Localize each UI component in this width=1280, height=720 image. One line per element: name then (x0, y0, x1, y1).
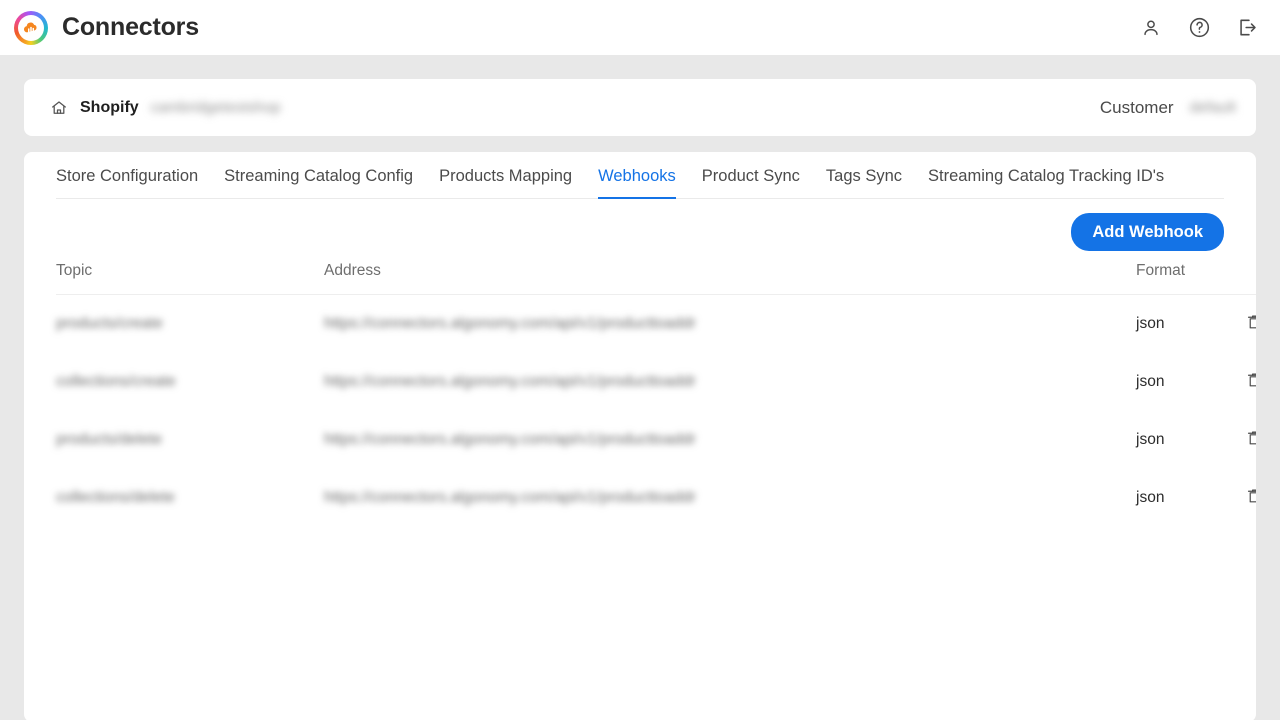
page-title: Connectors (62, 13, 199, 41)
tab-products-mapping[interactable]: Products Mapping (439, 167, 572, 199)
tab-store-configuration[interactable]: Store Configuration (56, 167, 198, 199)
webhooks-table: Topic Address Format products/create htt… (56, 262, 1256, 527)
breadcrumb-store-name: cambridgetestshop (150, 99, 281, 116)
breadcrumb-left: Shopify cambridgetestshop (50, 99, 281, 117)
trash-icon (1245, 370, 1256, 392)
page-body: Shopify cambridgetestshop Customer defau… (0, 79, 1280, 720)
cell-actions (1212, 411, 1256, 469)
webhooks-table-body: products/create https://connectors.algon… (56, 295, 1256, 528)
breadcrumb: Shopify cambridgetestshop Customer defau… (24, 79, 1256, 136)
tab-streaming-catalog-config[interactable]: Streaming Catalog Config (224, 167, 413, 199)
brand: Connectors (14, 10, 199, 45)
customer-value: default (1189, 99, 1236, 116)
webhook-format: json (1136, 489, 1165, 506)
delete-webhook-button[interactable] (1245, 312, 1256, 334)
webhook-topic: collections/delete (56, 489, 175, 506)
delete-webhook-button[interactable] (1245, 370, 1256, 392)
column-header-actions (1212, 262, 1256, 295)
tab-streaming-catalog-tracking-ids[interactable]: Streaming Catalog Tracking ID's (928, 167, 1164, 199)
app-header: Connectors (0, 0, 1280, 55)
table-row: collections/create https://connectors.al… (56, 353, 1256, 411)
logout-icon[interactable] (1234, 15, 1260, 41)
webhook-topic: products/create (56, 315, 163, 332)
add-webhook-button[interactable]: Add Webhook (1071, 213, 1224, 251)
delete-webhook-button[interactable] (1245, 486, 1256, 508)
cell-address: https://connectors.algonomy.com/api/v1/p… (324, 469, 1136, 527)
customer-selector[interactable]: Customer default (1100, 98, 1236, 118)
cell-actions (1212, 295, 1256, 354)
delete-webhook-button[interactable] (1245, 428, 1256, 450)
webhook-address: https://connectors.algonomy.com/api/v1/p… (324, 489, 696, 506)
column-header-topic: Topic (56, 262, 324, 295)
cell-topic: products/delete (56, 411, 324, 469)
cell-format: json (1136, 469, 1212, 527)
app-header-actions (1138, 15, 1260, 41)
tab-webhooks[interactable]: Webhooks (598, 167, 676, 199)
webhook-format: json (1136, 373, 1165, 390)
cell-topic: products/create (56, 295, 324, 354)
table-header-row: Topic Address Format (56, 262, 1256, 295)
cell-format: json (1136, 353, 1212, 411)
webhook-topic: products/delete (56, 431, 162, 448)
tab-product-sync[interactable]: Product Sync (702, 167, 800, 199)
customer-label: Customer (1099, 97, 1174, 117)
account-icon[interactable] (1138, 15, 1164, 41)
column-header-address: Address (324, 262, 1136, 295)
trash-icon (1245, 428, 1256, 450)
webhooks-toolbar: Add Webhook (56, 199, 1224, 251)
connectors-cloud-chart-logo-icon (14, 10, 48, 45)
webhooks-table-head: Topic Address Format (56, 262, 1256, 295)
cell-address: https://connectors.algonomy.com/api/v1/p… (324, 411, 1136, 469)
trash-icon (1245, 486, 1256, 508)
webhook-format: json (1136, 315, 1165, 332)
webhook-format: json (1136, 431, 1165, 448)
cell-address: https://connectors.algonomy.com/api/v1/p… (324, 353, 1136, 411)
home-icon[interactable] (50, 99, 68, 117)
webhook-address: https://connectors.algonomy.com/api/v1/p… (324, 315, 696, 332)
help-icon[interactable] (1186, 15, 1212, 41)
cell-actions (1212, 469, 1256, 527)
tab-bar: Store Configuration Streaming Catalog Co… (56, 152, 1224, 199)
cell-actions (1212, 353, 1256, 411)
webhook-address: https://connectors.algonomy.com/api/v1/p… (324, 431, 696, 448)
trash-icon (1245, 312, 1256, 334)
cell-address: https://connectors.algonomy.com/api/v1/p… (324, 295, 1136, 354)
column-header-format: Format (1136, 262, 1212, 295)
table-row: products/create https://connectors.algon… (56, 295, 1256, 354)
webhook-address: https://connectors.algonomy.com/api/v1/p… (324, 373, 696, 390)
webhooks-panel: Store Configuration Streaming Catalog Co… (24, 152, 1256, 720)
breadcrumb-connector-name[interactable]: Shopify (80, 99, 139, 117)
table-row: products/delete https://connectors.algon… (56, 411, 1256, 469)
webhook-topic: collections/create (56, 373, 176, 390)
cell-format: json (1136, 411, 1212, 469)
table-row: collections/delete https://connectors.al… (56, 469, 1256, 527)
cell-format: json (1136, 295, 1212, 354)
tab-tags-sync[interactable]: Tags Sync (826, 167, 902, 199)
cell-topic: collections/delete (56, 469, 324, 527)
cell-topic: collections/create (56, 353, 324, 411)
